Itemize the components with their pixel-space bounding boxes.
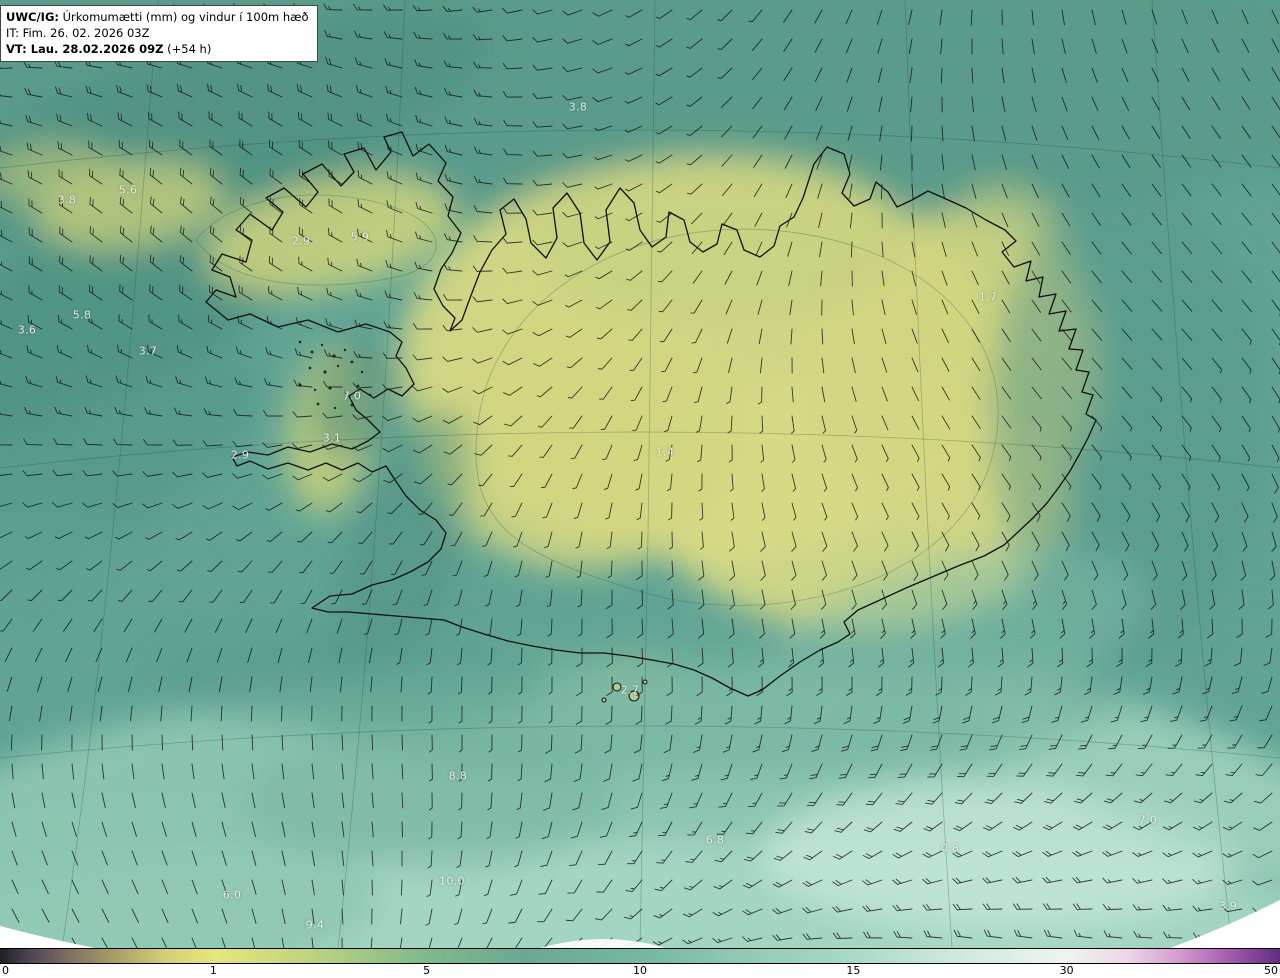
colorbar-tick-label: 5 [423, 964, 431, 977]
forecast-info-box: UWC/IG: Úrkomumætti (mm) og vindur í 100… [0, 5, 318, 62]
colorbar-tick-label: 30 [1059, 964, 1074, 977]
weather-map-page: 3.8 5.6 3.8 2.9 5.9 5.8 3.6 3.7 7.0 3.1 2.9 1.7 1.4 2… [0, 0, 1280, 978]
valid-time-line: VT: Lau. 28.02.2026 09Z (+54 h) [6, 41, 309, 57]
colorbar-gradient [0, 948, 1280, 964]
colorbar-tick-label: 10 [633, 964, 647, 977]
colorbar-tick-label: 1 [209, 964, 217, 977]
init-time: IT: Fim. 26. 02. 2026 03Z [6, 26, 150, 40]
valid-time: VT: Lau. 28.02.2026 09Z [6, 42, 164, 56]
precipitation-colorbar: 0 1 5 10 15 30 50 [0, 948, 1280, 978]
model-id: UWC/IG: [6, 10, 59, 24]
info-title-line: UWC/IG: Úrkomumætti (mm) og vindur í 100… [6, 9, 309, 25]
colorbar-tick-labels: 0 1 5 10 15 30 50 [0, 964, 1280, 978]
precipitation-wind-map [0, 0, 1280, 948]
map-area: 3.8 5.6 3.8 2.9 5.9 5.8 3.6 3.7 7.0 3.1 2.9 1.7 1.4 2… [0, 0, 1280, 948]
valid-time-offset: (+54 h) [163, 42, 212, 56]
colorbar-tick-label: 0 [2, 964, 9, 977]
colorbar-tick-label: 50 [1264, 964, 1278, 977]
colorbar-tick-label: 15 [846, 964, 861, 977]
map-title: Úrkomumætti (mm) og vindur í 100m hæð [58, 10, 309, 24]
